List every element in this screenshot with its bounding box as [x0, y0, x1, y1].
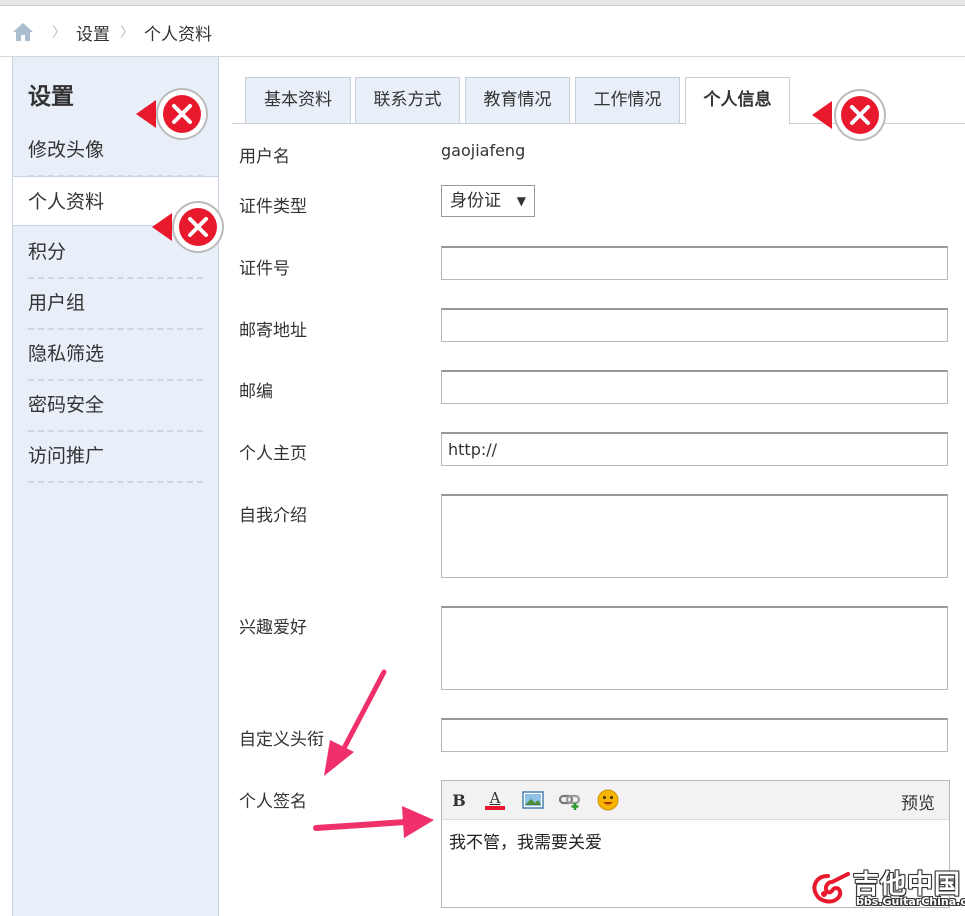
- tab-personal-info[interactable]: 个人信息: [685, 77, 790, 125]
- idtype-select[interactable]: 身份证 ▼: [441, 185, 535, 217]
- font-color-bar: [485, 805, 505, 810]
- sidebar-item-promotion[interactable]: 访问推广: [28, 431, 203, 483]
- homepage-input[interactable]: [441, 432, 948, 466]
- emoji-icon[interactable]: [597, 789, 619, 811]
- breadcrumb-separator: 〉: [120, 25, 134, 41]
- bold-icon[interactable]: B: [448, 789, 470, 811]
- tab-contact[interactable]: 联系方式: [355, 77, 460, 124]
- bio-label: 自我介绍: [239, 506, 307, 526]
- arrow-down-icon: [324, 669, 387, 776]
- close-badge-icon: [152, 201, 224, 253]
- address-label: 邮寄地址: [239, 321, 307, 341]
- idtype-label: 证件类型: [239, 197, 307, 217]
- signature-label: 个人签名: [239, 792, 307, 812]
- breadcrumb: 〉 设置 〉 个人资料: [12, 18, 212, 46]
- username-label: 用户名: [239, 147, 290, 167]
- homepage-label: 个人主页: [239, 444, 307, 464]
- image-icon[interactable]: [522, 789, 544, 811]
- font-color-letter: A: [489, 788, 501, 807]
- address-input[interactable]: [441, 308, 948, 342]
- tab-education[interactable]: 教育情况: [465, 77, 570, 124]
- sidebar-item-password[interactable]: 密码安全: [28, 380, 203, 432]
- breadcrumb-separator: 〉: [52, 25, 66, 41]
- sidebar-title: 设置: [28, 84, 74, 110]
- tab-basic[interactable]: 基本资料: [245, 77, 351, 124]
- idnumber-input[interactable]: [441, 246, 948, 280]
- sidebar-item-privacy[interactable]: 隐私筛选: [28, 329, 203, 381]
- preview-button[interactable]: 预览: [901, 789, 935, 814]
- dropdown-arrow-icon: ▼: [516, 194, 526, 208]
- link-icon[interactable]: [559, 789, 581, 811]
- font-color-icon[interactable]: A: [484, 789, 506, 811]
- sidebar-item-usergroup[interactable]: 用户组: [28, 278, 203, 330]
- home-icon[interactable]: [12, 22, 34, 42]
- arrow-right-icon: [313, 806, 434, 838]
- signature-content[interactable]: 我不管，我需要关爱: [442, 820, 949, 861]
- custom-title-input[interactable]: [441, 718, 948, 752]
- close-badge-icon: [136, 88, 208, 140]
- idnumber-label: 证件号: [239, 259, 290, 279]
- hobby-textarea[interactable]: [441, 606, 948, 690]
- username-value: gaojiafeng: [441, 141, 526, 160]
- tab-work[interactable]: 工作情况: [575, 77, 680, 124]
- settings-sidebar: 设置 修改头像 个人资料 积分 用户组 隐私筛选 密码安全 访问推广: [12, 57, 219, 916]
- guitarchina-logo: 吉他中国 bbs.GuitarChina.com: [808, 864, 965, 912]
- idtype-selected: 身份证: [450, 191, 501, 211]
- editor-toolbar: B A 预览: [442, 781, 949, 820]
- guitar-logo-icon: [812, 872, 850, 904]
- zipcode-input[interactable]: [441, 370, 948, 404]
- logo-url: bbs.GuitarChina.com: [856, 895, 965, 908]
- close-badge-icon: [812, 89, 886, 141]
- top-border: [0, 0, 965, 6]
- hobby-label: 兴趣爱好: [239, 618, 307, 638]
- breadcrumb-profile: 个人资料: [144, 24, 212, 45]
- breadcrumb-settings[interactable]: 设置: [76, 20, 110, 45]
- custom-title-label: 自定义头衔: [239, 730, 324, 750]
- zipcode-label: 邮编: [239, 382, 273, 402]
- bio-textarea[interactable]: [441, 494, 948, 578]
